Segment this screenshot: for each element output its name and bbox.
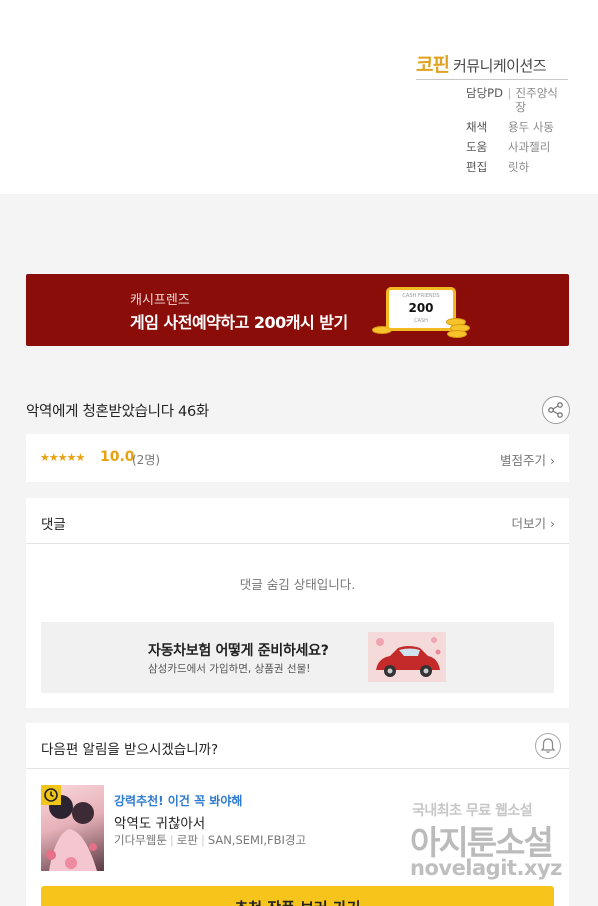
rating-card: ★★★★★ 10.0 (2명) 별점주기 ›: [26, 434, 569, 482]
rating-stars: ★★★★★: [40, 451, 85, 464]
recommended-title[interactable]: 악역도 귀찮아서: [114, 812, 205, 832]
rating-score: 10.0: [100, 449, 135, 465]
studio-logo-sub: 커뮤니케이션즈: [452, 57, 547, 75]
credit-role: 편집: [466, 160, 488, 174]
share-button[interactable]: [542, 396, 570, 424]
next-episode-question: 다음편 알림을 받으시겠습니까?: [41, 742, 219, 758]
credit-role: 담당PD: [466, 86, 503, 100]
ad-title: 자동차보험 어떻게 준비하세요?: [148, 643, 329, 659]
rate-button-label: 별점주기: [500, 453, 547, 468]
cash-card-amount: 200: [408, 301, 434, 315]
banner-headline: 게임 사전예약하고 200캐시 받기: [130, 313, 348, 332]
studio-logo: 코핀 커뮤니케이션즈: [416, 50, 568, 80]
meta-tags: SAN,SEMI,FBI경고: [207, 833, 307, 847]
watermark-url: novelagit.xyz: [410, 856, 562, 880]
insurance-ad[interactable]: 자동차보험 어떻게 준비하세요? 삼성카드에서 가입하면, 상품권 선물!: [41, 622, 554, 693]
cash-card-icon: CASH FRIENDS 200 CASH: [386, 287, 456, 331]
credits-area: 코핀 커뮤니케이션즈 담당PD | 진주양식장 채색 용두 사동 도움 사과젤리…: [0, 0, 598, 194]
credit-row-color: 채색 용두 사동: [416, 120, 568, 134]
credit-row-assist: 도움 사과젤리: [416, 140, 568, 154]
credits: 코핀 커뮤니케이션즈 담당PD | 진주양식장 채색 용두 사동 도움 사과젤리…: [416, 50, 568, 174]
view-recommended-button[interactable]: 추천 작품 보러 가기: [41, 886, 554, 906]
credit-name: 용두 사동: [508, 120, 554, 134]
recommended-meta: 기다무웹툰 | 로판 | SAN,SEMI,FBI경고: [114, 833, 307, 847]
comments-hidden-message: 댓글 숨김 상태입니다.: [239, 577, 356, 592]
red-car-image: [368, 632, 446, 682]
comment-more-button[interactable]: 더보기 ›: [512, 513, 556, 532]
site-watermark: 국내최초 무료 웹소설 아지툰소설 novelagit.xyz: [408, 798, 578, 888]
recommended-thumbnail[interactable]: [41, 785, 104, 871]
chevron-right-icon: ›: [550, 516, 555, 531]
rate-button[interactable]: 별점주기 ›: [500, 450, 555, 469]
ad-subtitle: 삼성카드에서 가입하면, 상품권 선물!: [148, 663, 311, 675]
credit-role: 도움: [466, 140, 488, 154]
share-icon: [548, 402, 563, 418]
more-label: 더보기: [511, 516, 547, 531]
banner-brand: 캐시프렌즈: [130, 293, 190, 308]
coin-icon: [447, 330, 467, 338]
credit-name: 릿하: [508, 160, 530, 174]
rating-count: (2명): [132, 453, 161, 467]
credit-name: 사과젤리: [508, 140, 551, 154]
cta-label: 추천 작품 보러 가기: [41, 897, 554, 906]
credit-row-edit: 편집 릿하: [416, 160, 568, 174]
next-episode-header: 다음편 알림을 받으시겠습니까?: [26, 723, 569, 769]
credit-name: 진주양식장: [515, 86, 558, 114]
chevron-right-icon: ›: [550, 453, 555, 468]
meta-category: 기다무웹툰: [114, 833, 167, 847]
recommend-label: 강력추천! 이건 꼭 봐야해: [114, 794, 243, 808]
credit-row-pd: 담당PD | 진주양식장: [416, 86, 568, 114]
cash-card-brand: CASH FRIENDS: [402, 293, 440, 299]
cash-card-unit: CASH: [414, 318, 428, 324]
comment-header: 댓글 더보기 ›: [26, 498, 569, 544]
studio-logo-main: 코핀: [416, 54, 450, 76]
credit-separator: |: [507, 86, 512, 100]
meta-genre: 로판: [176, 833, 198, 847]
notify-button[interactable]: [535, 733, 561, 759]
credit-role: 채색: [466, 120, 488, 134]
clock-icon: [41, 785, 61, 805]
comment-title: 댓글: [41, 517, 66, 533]
bell-icon: [540, 738, 556, 753]
episode-title: 악역에게 청혼받았습니다 46화: [26, 404, 209, 420]
comment-card: 댓글 더보기 › 댓글 숨김 상태입니다. 자동차보험 어떻게 준비하세요? 삼…: [26, 498, 569, 708]
cashfriends-ad-banner[interactable]: 캐시프렌즈 게임 사전예약하고 200캐시 받기 CASH FRIENDS 20…: [26, 274, 569, 346]
